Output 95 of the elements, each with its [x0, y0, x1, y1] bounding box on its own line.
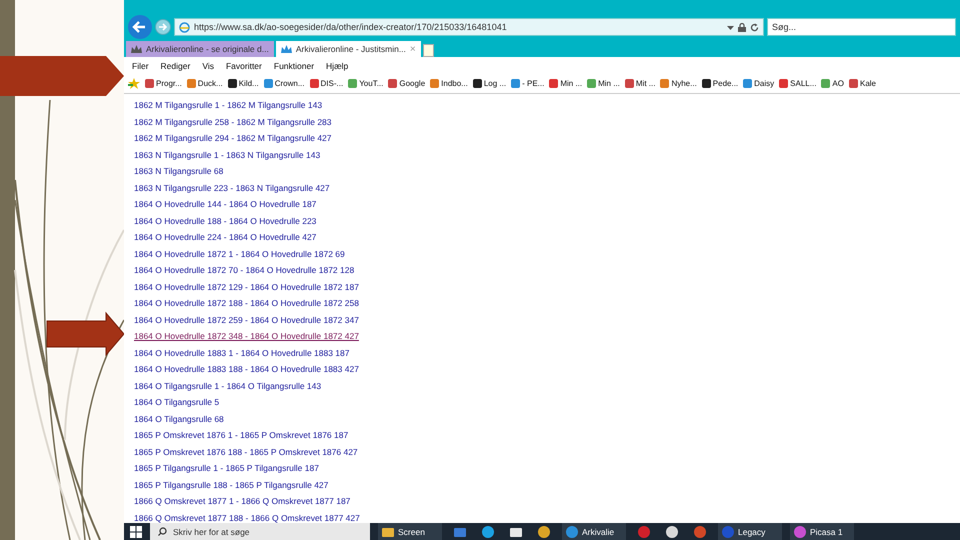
tab-title: Arkivalieronline - se originale d... — [146, 44, 269, 54]
index-link[interactable]: 1864 O Hovedrulle 144 - 1864 O Hovedrulle 187 — [134, 196, 316, 212]
favorite-link[interactable]: YouT... — [348, 79, 384, 88]
add-favorite-icon[interactable] — [128, 78, 140, 89]
favicon-icon — [587, 79, 596, 88]
index-link[interactable]: 1864 O Hovedrulle 1883 1 - 1864 O Hovedrulle 1883 187 — [134, 344, 350, 361]
search-icon — [158, 527, 167, 536]
browser-tab[interactable]: Arkivalieronline - se originale d... — [126, 41, 274, 57]
search-field[interactable]: Søg... — [767, 18, 956, 36]
index-link[interactable]: 1866 Q Omskrevet 1877 188 - 1866 Q Omskrevet 1877 427 — [134, 510, 360, 523]
crown-icon — [131, 44, 142, 54]
forward-button[interactable] — [155, 19, 171, 35]
index-link[interactable]: 1862 M Tilgangsrulle 258 - 1862 M Tilgangsrulle 283 — [134, 114, 332, 130]
favorite-link[interactable]: Kild... — [228, 79, 259, 88]
index-link[interactable]: 1864 O Hovedrulle 1883 188 - 1864 O Hovedrulle 1883 427 — [134, 361, 359, 378]
favicon-icon — [624, 79, 634, 88]
windows-start-icon[interactable] — [130, 526, 142, 538]
favorite-link[interactable]: Duck... — [186, 79, 223, 88]
menu-item[interactable]: Vis — [202, 60, 214, 70]
favorite-link[interactable]: AO — [821, 79, 844, 88]
favorite-link[interactable]: Kale — [848, 79, 876, 88]
favorite-link[interactable]: Pede... — [702, 79, 738, 88]
menu-item[interactable]: Favoritter — [226, 60, 262, 70]
refresh-icon[interactable] — [750, 22, 759, 32]
favorite-link[interactable]: Nyhe... — [660, 79, 697, 88]
favorite-link[interactable]: Daisy — [743, 79, 774, 88]
index-link[interactable]: 1864 O Hovedrulle 1872 1 - 1864 O Hovedrulle 1872 69 — [134, 246, 345, 262]
search-placeholder: Skriv her for at søge — [173, 526, 250, 536]
favicon-icon — [264, 79, 273, 88]
favorite-link[interactable]: SALL... — [779, 79, 816, 88]
index-link[interactable]: 1864 O Hovedrulle 1872 129 - 1864 O Hovedrulle 1872 187 — [134, 278, 359, 295]
favicon-icon — [702, 79, 711, 88]
favicon-icon — [348, 79, 358, 88]
back-button[interactable] — [128, 15, 152, 39]
address-bar[interactable]: https://www.sa.dk/ao-soegesider/da/other/index-creator/170/215033/16481041 — [174, 18, 764, 36]
index-link[interactable]: 1865 P Tilgangsrulle 188 - 1865 P Tilgangsrulle 427 — [134, 476, 328, 493]
favorite-link[interactable]: Min ... — [587, 79, 620, 88]
index-link[interactable]: 1864 O Hovedrulle 1872 259 - 1864 O Hovedrulle 1872 347 — [134, 312, 359, 328]
index-link[interactable]: 1862 M Tilgangsrulle 1 - 1862 M Tilgangsrulle 143 — [134, 97, 322, 114]
lock-icon — [738, 22, 746, 32]
browser-tab[interactable]: Arkivalieronline - Justitsmin... × — [276, 41, 421, 57]
favicon-icon — [430, 79, 440, 88]
favicon-icon — [549, 79, 558, 88]
favicon-icon — [821, 79, 830, 88]
folder-icon — [382, 526, 394, 538]
index-link[interactable]: 1862 M Tilgangsrulle 294 - 1862 M Tilgangsrulle 427 — [134, 130, 332, 146]
menu-item[interactable]: Hjælp — [326, 60, 348, 70]
favorite-link[interactable]: Log ... — [472, 79, 506, 88]
globe-icon — [179, 22, 190, 32]
favicon-icon — [145, 79, 154, 88]
index-link[interactable]: 1863 N Tilgangsrulle 223 - 1863 N Tilgangsrulle 427 — [134, 180, 330, 196]
index-link[interactable]: 1864 O Tilgangsrulle 68 — [134, 410, 224, 427]
taskbar-app[interactable]: Picasa 1 — [790, 523, 854, 540]
favorite-link[interactable]: Indbo... — [430, 79, 468, 88]
favicon-icon — [186, 79, 196, 88]
favicon-icon — [472, 79, 482, 88]
favicon-icon — [228, 79, 237, 88]
favorite-link[interactable]: Crown... — [264, 79, 305, 88]
index-link[interactable]: 1864 O Hovedrulle 1872 348 - 1864 O Hovedrulle 1872 427 — [134, 328, 359, 344]
index-link[interactable]: 1864 O Hovedrulle 1872 70 - 1864 O Hovedrulle 1872 128 — [134, 262, 354, 278]
favicon-icon — [848, 79, 858, 88]
dropdown-icon[interactable] — [727, 24, 734, 30]
crown-icon — [280, 44, 292, 54]
taskbar-search-field[interactable]: Skriv her for at søge — [150, 523, 370, 540]
index-link[interactable]: 1865 P Omskrevet 1876 188 - 1865 P Omskrevet 1876 427 — [134, 444, 358, 460]
index-link[interactable]: 1865 P Tilgangsrulle 1 - 1865 P Tilgangsrulle 187 — [134, 460, 319, 476]
index-link[interactable]: 1864 O Hovedrulle 1872 188 - 1864 O Hovedrulle 1872 258 — [134, 295, 359, 312]
favicon-icon — [660, 79, 670, 88]
index-link[interactable]: 1864 O Tilgangsrulle 1 - 1864 O Tilgangsrulle 143 — [134, 378, 322, 394]
index-link[interactable]: 1863 N Tilgangsrulle 1 - 1863 N Tilgangsrulle 143 — [134, 146, 320, 163]
favorite-link[interactable]: - PE... — [511, 79, 544, 88]
index-link[interactable]: 1864 O Hovedrulle 224 - 1864 O Hovedrulle 427 — [134, 229, 316, 246]
taskbar-app[interactable]: Screen — [378, 523, 442, 540]
favorite-link[interactable]: Google — [388, 79, 426, 88]
favicon-icon — [388, 79, 398, 88]
taskbar-app[interactable]: Arkivalie — [562, 523, 626, 540]
menu-item[interactable]: Rediger — [160, 60, 190, 70]
index-link[interactable]: 1865 P Omskrevet 1876 1 - 1865 P Omskrevet 1876 187 — [134, 427, 348, 444]
favicon-icon — [511, 79, 520, 88]
menu-item[interactable]: Funktioner — [274, 60, 314, 70]
index-link[interactable]: 1866 Q Omskrevet 1877 1 - 1866 Q Omskrevet 1877 187 — [134, 493, 350, 510]
favicon-icon — [779, 79, 788, 88]
favorite-link[interactable]: Mit ... — [624, 79, 656, 88]
favicon-icon — [743, 79, 752, 88]
tab-title: Arkivalieronline - Justitsmin... — [296, 44, 406, 54]
favorite-link[interactable]: Min ... — [549, 79, 582, 88]
favicon-icon — [310, 79, 319, 88]
index-link[interactable]: 1864 O Tilgangsrulle 5 — [134, 394, 220, 410]
url-text: https://www.sa.dk/ao-soegesider/da/other/index-creator/170/215033/16481041 — [194, 22, 508, 32]
taskbar-app[interactable]: Legacy — [718, 523, 782, 540]
favorite-link[interactable]: DIS-... — [310, 79, 344, 88]
favorite-link[interactable]: Progr... — [145, 79, 182, 88]
index-link[interactable]: 1863 N Tilgangsrulle 68 — [134, 163, 224, 180]
menu-item[interactable]: Filer — [132, 60, 149, 70]
index-link[interactable]: 1864 O Hovedrulle 188 - 1864 O Hovedrulle 223 — [134, 212, 316, 229]
